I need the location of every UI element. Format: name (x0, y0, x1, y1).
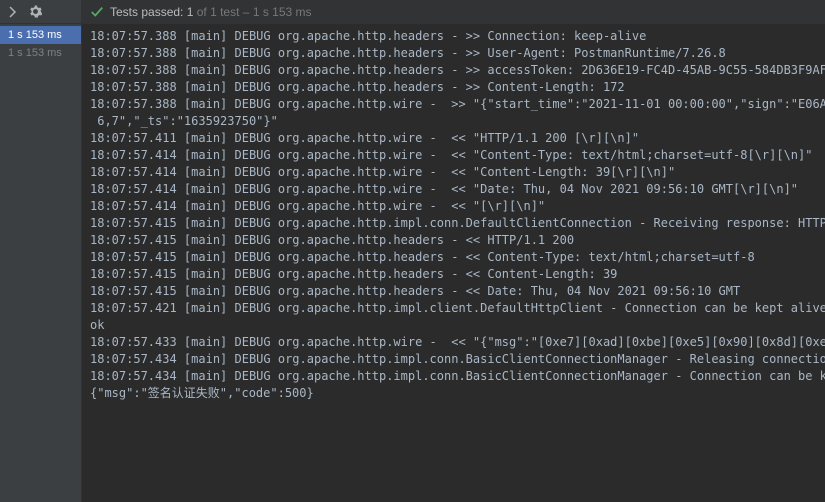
log-line: 18:07:57.388 [main] DEBUG org.apache.htt… (82, 45, 825, 62)
log-line: 18:07:57.421 [main] DEBUG org.apache.htt… (82, 300, 825, 317)
log-line: 18:07:57.414 [main] DEBUG org.apache.htt… (82, 181, 825, 198)
tests-passed-label: Tests passed: 1 of 1 test – 1 s 153 ms (110, 5, 312, 19)
log-line: {"msg":"签名认证失败","code":500} (82, 385, 825, 402)
log-line: 18:07:57.388 [main] DEBUG org.apache.htt… (82, 28, 825, 45)
log-line: 18:07:57.434 [main] DEBUG org.apache.htt… (82, 368, 825, 385)
test-result-list: 1 s 153 ms 1 s 153 ms (0, 24, 81, 64)
log-line: 18:07:57.434 [main] DEBUG org.apache.htt… (82, 351, 825, 368)
test-result-row[interactable]: 1 s 153 ms (0, 26, 81, 44)
log-line: 6,7","_ts":"1635923750"}" (82, 113, 825, 130)
test-result-row[interactable]: 1 s 153 ms (0, 44, 81, 62)
log-line: 18:07:57.415 [main] DEBUG org.apache.htt… (82, 283, 825, 300)
log-line: 18:07:57.411 [main] DEBUG org.apache.htt… (82, 130, 825, 147)
sidebar-toolbar (0, 0, 81, 24)
log-line: 18:07:57.414 [main] DEBUG org.apache.htt… (82, 198, 825, 215)
main-panel: Tests passed: 1 of 1 test – 1 s 153 ms 1… (82, 0, 825, 502)
check-icon (90, 5, 104, 19)
log-line: 18:07:57.415 [main] DEBUG org.apache.htt… (82, 266, 825, 283)
console-log[interactable]: 18:07:57.388 [main] DEBUG org.apache.htt… (82, 24, 825, 502)
log-line: 18:07:57.433 [main] DEBUG org.apache.htt… (82, 334, 825, 351)
expand-icon[interactable] (6, 5, 20, 19)
log-line: 18:07:57.388 [main] DEBUG org.apache.htt… (82, 96, 825, 113)
log-line: ok (82, 317, 825, 334)
log-line: 18:07:57.388 [main] DEBUG org.apache.htt… (82, 79, 825, 96)
log-line: 18:07:57.415 [main] DEBUG org.apache.htt… (82, 215, 825, 232)
log-line: 18:07:57.388 [main] DEBUG org.apache.htt… (82, 62, 825, 79)
log-line: 18:07:57.414 [main] DEBUG org.apache.htt… (82, 147, 825, 164)
log-line: 18:07:57.415 [main] DEBUG org.apache.htt… (82, 232, 825, 249)
test-tree-sidebar: 1 s 153 ms 1 s 153 ms (0, 0, 82, 502)
test-status-bar: Tests passed: 1 of 1 test – 1 s 153 ms (82, 0, 825, 24)
log-line: 18:07:57.415 [main] DEBUG org.apache.htt… (82, 249, 825, 266)
gear-icon[interactable] (28, 5, 42, 19)
log-line: 18:07:57.414 [main] DEBUG org.apache.htt… (82, 164, 825, 181)
